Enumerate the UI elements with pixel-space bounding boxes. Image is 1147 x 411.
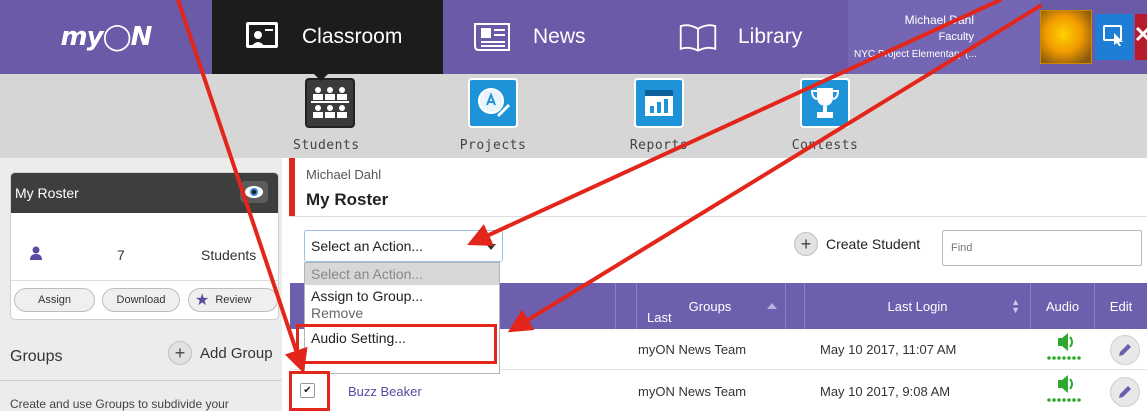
person-icon <box>29 246 43 265</box>
edit-pencil-icon[interactable] <box>1110 335 1140 365</box>
myon-logo[interactable]: my◯N <box>0 0 212 74</box>
column-header-audio-label: Audio <box>1045 298 1080 314</box>
student-last-login: May 10 2017, 9:08 AM <box>820 384 951 399</box>
add-group-button[interactable]: + Add Group <box>168 341 273 365</box>
create-student-button[interactable]: + Create Student <box>794 232 920 256</box>
find-input[interactable] <box>942 230 1142 266</box>
nav-classroom[interactable]: Classroom <box>212 0 443 74</box>
column-header-audio[interactable]: Audio <box>1030 283 1094 329</box>
roster-actions: Assign Download ★ Review <box>11 281 278 319</box>
highlight-box <box>289 371 330 411</box>
groups-heading: Groups <box>10 348 63 365</box>
column-header-edit: Edit <box>1094 283 1147 329</box>
user-info[interactable]: Michael Dahl Faculty NYC Project Element… <box>848 0 1040 74</box>
table-row[interactable]: ✔ Buzz Beaker myON News Team May 10 2017… <box>290 371 1147 411</box>
column-header-edit-label: Edit <box>1109 298 1133 314</box>
roster-card: My Roster 7 Students Assign Download ★ R… <box>10 172 279 320</box>
star-icon: ★ <box>195 292 210 309</box>
close-x-icon <box>1135 26 1147 60</box>
review-button[interactable]: ★ Review <box>188 288 278 312</box>
tab-students[interactable]: Students <box>285 78 375 158</box>
column-header-last-login[interactable]: Last Login ▲ ▼ <box>804 283 1030 329</box>
dropdown-option-select-an-action[interactable]: Select an Action... <box>305 263 499 285</box>
tab-projects-label: Projects <box>459 138 527 153</box>
contests-trophy-icon <box>800 78 850 128</box>
action-select-value: Select an Action... <box>311 238 424 254</box>
create-student-label: Create Student <box>826 236 921 252</box>
roster-stats: 7 Students <box>11 213 278 281</box>
tab-projects[interactable]: Projects <box>448 78 538 158</box>
user-role: Faculty <box>938 31 974 43</box>
dropdown-option-assign-to-group[interactable]: Assign to Group... <box>305 285 499 307</box>
add-group-label: Add Group <box>200 344 273 362</box>
column-header-groups-label: Groups <box>688 298 732 314</box>
students-label: Students <box>201 247 257 263</box>
audio-speaker-icon[interactable] <box>1045 374 1081 408</box>
student-count: 7 <box>117 247 125 263</box>
monitor-pointer-icon <box>1102 23 1126 52</box>
groups-description: Create and use Groups to subdivide your <box>10 397 229 411</box>
tab-contests-label: Contests <box>791 138 859 153</box>
avatar[interactable] <box>1040 10 1092 64</box>
classroom-board-icon <box>242 19 282 55</box>
open-book-icon <box>678 19 718 55</box>
roster-card-header: My Roster <box>11 173 278 213</box>
roster-card-title: My Roster <box>15 185 79 201</box>
student-group: myON News Team <box>638 384 747 399</box>
students-icon <box>305 78 355 128</box>
nav-news[interactable]: News <box>443 0 648 74</box>
sort-icon: ▲ ▼ <box>1011 297 1020 315</box>
dropdown-option-remove[interactable]: Remove <box>305 307 499 321</box>
nav-library[interactable]: Library <box>648 0 848 74</box>
projects-icon <box>468 78 518 128</box>
edit-pencil-icon[interactable] <box>1110 377 1140 407</box>
teacher-name: Michael Dahl <box>306 167 382 182</box>
tab-students-label: Students <box>293 138 360 153</box>
student-group: myON News Team <box>638 342 747 357</box>
assign-screen-button[interactable] <box>1095 14 1133 60</box>
tab-reports-label: Reports <box>629 138 689 153</box>
student-name[interactable]: Buzz Beaker <box>348 371 422 411</box>
classroom-subnav <box>0 74 1147 158</box>
action-select[interactable]: Select an Action... <box>304 230 503 262</box>
column-header-groups[interactable]: Groups <box>615 283 804 329</box>
review-button-label: Review <box>215 294 252 306</box>
audio-speaker-icon[interactable] <box>1045 332 1081 366</box>
user-name: Michael Dahl <box>904 13 974 27</box>
chevron-down-icon <box>486 244 496 250</box>
active-nav-caret <box>312 72 330 81</box>
reports-icon <box>634 78 684 128</box>
logout-button[interactable] <box>1135 14 1147 60</box>
tab-reports[interactable]: Reports <box>614 78 704 158</box>
nav-classroom-label: Classroom <box>302 25 403 48</box>
nav-news-label: News <box>533 25 586 48</box>
highlight-box <box>296 324 497 364</box>
assign-button[interactable]: Assign <box>14 288 95 312</box>
tab-contests[interactable]: Contests <box>780 78 870 158</box>
plus-icon: + <box>794 232 818 256</box>
user-school: NYC Project Elementary (... <box>854 49 977 60</box>
title-accent-bar <box>289 158 295 216</box>
download-button[interactable]: Download <box>102 288 180 312</box>
divider <box>289 216 1147 217</box>
eye-icon[interactable] <box>240 181 268 203</box>
student-last-login: May 10 2017, 11:07 AM <box>820 342 957 357</box>
plus-icon: + <box>168 341 192 365</box>
nav-library-label: Library <box>738 25 803 48</box>
divider <box>0 380 282 381</box>
page-title: My Roster <box>306 190 389 209</box>
newspaper-icon <box>473 19 513 55</box>
column-header-last-login-label: Last Login <box>887 298 948 314</box>
